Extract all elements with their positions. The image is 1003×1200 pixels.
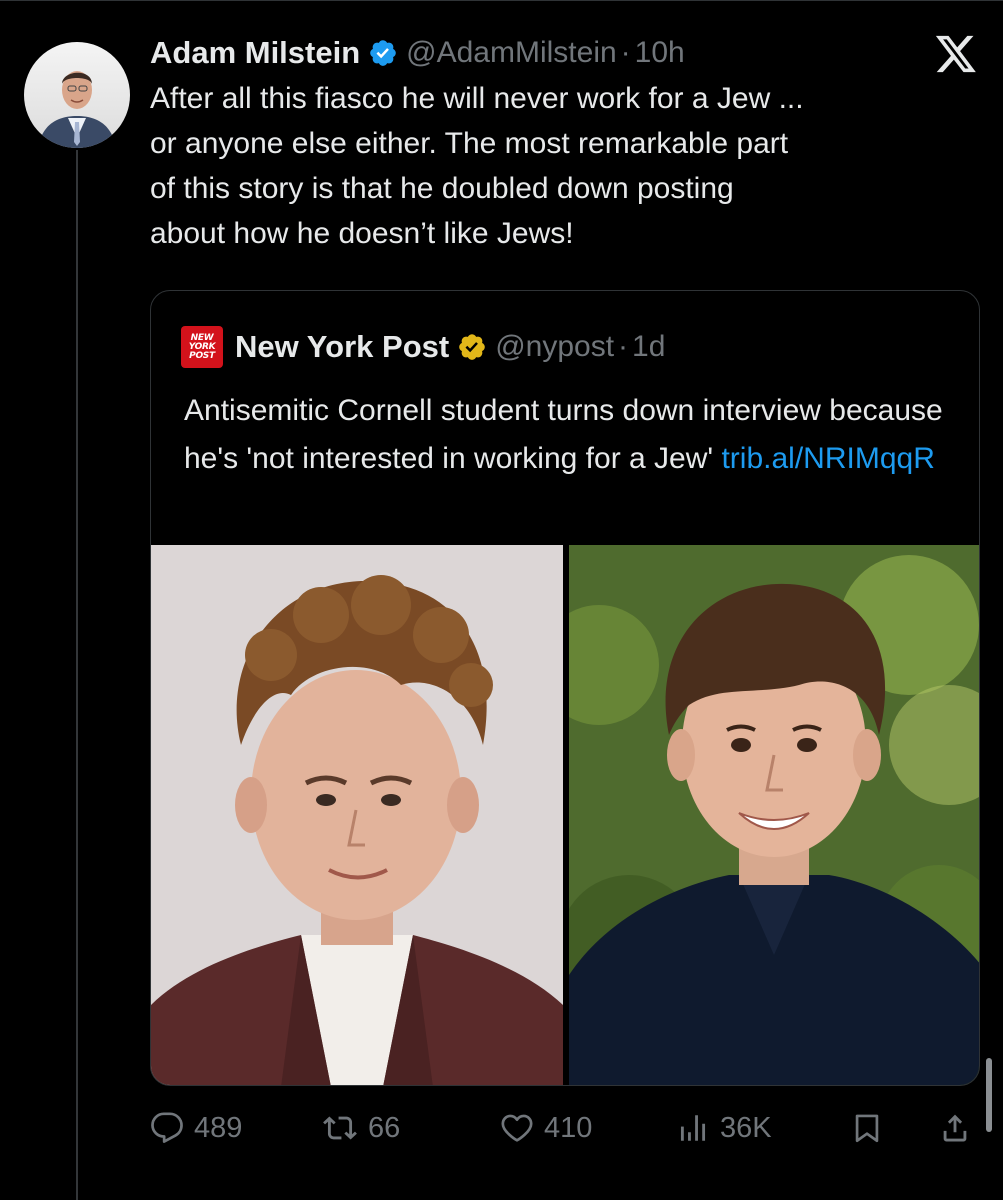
like-count: 410 [544,1111,593,1144]
reply-count: 489 [194,1111,243,1144]
speech-bubble-icon [150,1111,184,1145]
bookmark-icon [850,1111,884,1145]
nypost-logo-icon[interactable]: NEW YORK POST [181,326,223,368]
thread-connector-line [76,150,78,1200]
quoted-display-name[interactable]: New York Post [235,329,449,365]
author-handle[interactable]: @AdamMilstein [406,36,617,70]
reply-button[interactable]: 489 [150,1105,242,1151]
x-logo-icon[interactable] [934,34,978,74]
quoted-tweet-card[interactable]: NEW YORK POST New York Post @nypost · 1d… [150,290,980,1086]
time-separator-dot: · [620,36,631,69]
tweet-time[interactable]: 10h [635,36,685,70]
avatar[interactable] [24,42,130,148]
quoted-time[interactable]: 1d [632,330,665,364]
heart-icon [500,1111,534,1145]
quoted-media[interactable] [151,545,979,1085]
photo-right[interactable] [569,545,979,1085]
repost-arrows-icon [322,1111,358,1145]
scrollbar-thumb[interactable] [986,1058,992,1132]
quoted-tweet-link[interactable]: trib.al/NRIMqqR [721,442,934,475]
repost-count: 66 [368,1111,401,1144]
bookmark-button[interactable] [850,1105,884,1151]
like-button[interactable]: 410 [500,1105,592,1151]
views-count: 36K [720,1111,772,1144]
author-display-name[interactable]: Adam Milstein [150,35,360,71]
quoted-tweet-text-block: Antisemitic Cornell student turns down i… [184,387,954,483]
share-upload-icon [938,1111,972,1145]
gold-verified-badge-icon [457,332,487,362]
tweet-text: After all this fiasco he will never work… [150,82,804,250]
verified-badge-icon [368,38,398,68]
quoted-tweet-header: NEW YORK POST New York Post @nypost · 1d [181,325,665,369]
repost-button[interactable]: 66 [322,1105,400,1151]
quoted-handle[interactable]: @nypost [495,330,614,364]
share-button[interactable] [938,1105,972,1151]
views-button[interactable]: 36K [676,1105,772,1151]
tweet-header: Adam Milstein @AdamMilstein · 10h [150,30,685,76]
bar-chart-icon [676,1111,710,1145]
top-divider [0,0,1003,1]
nypost-logo-word-3: POST [189,350,215,361]
tweet-action-bar: 489 66 410 36K [150,1105,980,1151]
photo-left[interactable] [151,545,563,1085]
quoted-time-separator-dot: · [618,330,629,363]
